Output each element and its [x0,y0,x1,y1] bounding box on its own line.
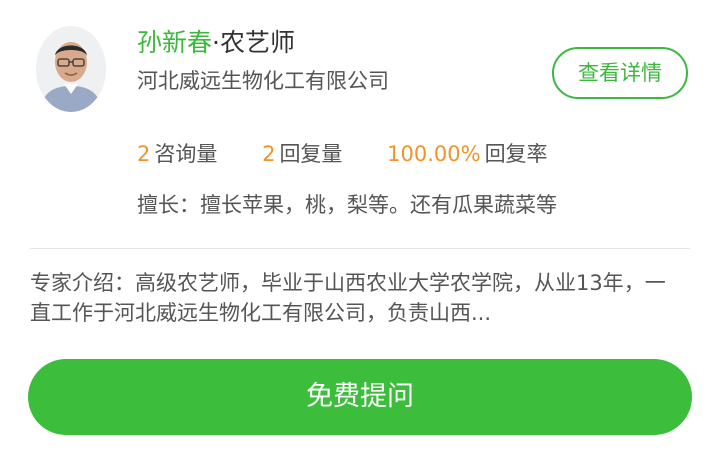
divider [30,248,690,249]
view-details-button[interactable]: 查看详情 [552,47,688,99]
stats-row: 2 咨询量 2 回复量 100.00% 回复率 [137,139,586,169]
expert-intro: 专家介绍：高级农艺师，毕业于山西农业大学农学院，从业13年，一直工作于河北威远生… [30,271,666,325]
expert-title: ·农艺师 [212,28,295,57]
expert-company: 河北威远生物化工有限公司 [137,69,389,93]
expert-card: 孙新春·农艺师 河北威远生物化工有限公司 查看详情 2 咨询量 2 回复量 100.… [0,0,720,470]
stat-label: 回复量 [279,142,343,166]
stat-value: 2 [137,142,151,166]
stat-label: 回复率 [484,142,548,166]
expert-heading: 孙新春·农艺师 [137,26,295,60]
free-ask-button[interactable]: 免费提问 [28,359,692,435]
expert-name[interactable]: 孙新春 [137,28,212,57]
avatar[interactable] [36,26,106,112]
stat-replies: 2 回复量 [262,139,342,169]
stat-value: 2 [262,142,276,166]
stat-value: 100.00% [387,142,481,166]
person-avatar-icon [36,26,106,112]
stat-label: 咨询量 [154,142,218,166]
specialty-text: 擅长：擅长苹果，桃，梨等。还有瓜果蔬菜等 [137,193,557,217]
stat-reply-rate: 100.00% 回复率 [387,139,547,169]
stat-consultations: 2 咨询量 [137,139,217,169]
